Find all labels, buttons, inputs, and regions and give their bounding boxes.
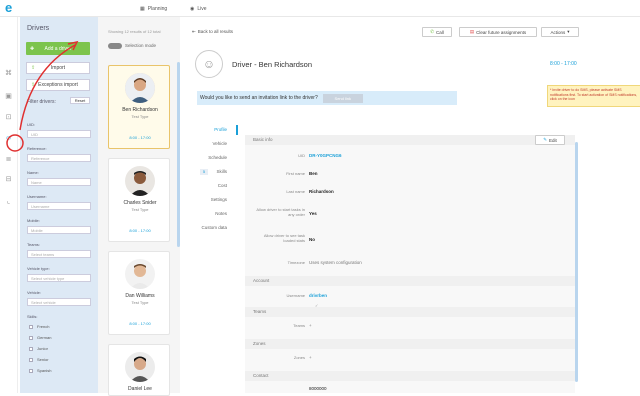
first-name-label: First name bbox=[286, 171, 305, 176]
loaded-stats-value: No bbox=[309, 237, 315, 242]
last-name-label: Last name bbox=[286, 189, 305, 194]
actions-dropdown[interactable]: Actions ▾ bbox=[541, 27, 579, 37]
call-label: Call bbox=[436, 29, 444, 35]
section-account: Account bbox=[245, 276, 575, 286]
start-tasks-value: Yes bbox=[309, 211, 317, 216]
actions-label: Actions bbox=[550, 29, 566, 35]
loaded-stats-label: Allow driver to see task loaded stats bbox=[263, 233, 305, 243]
tab-notes[interactable]: Notes bbox=[198, 211, 227, 216]
driver-card-type: Test Type bbox=[131, 207, 149, 212]
driver-list: Showing 12 results of 12 total Selection… bbox=[98, 17, 180, 396]
driver-hours: 8:00 - 17:00 bbox=[550, 61, 577, 67]
section-zones: Zones bbox=[245, 339, 575, 349]
section-contact: Contact bbox=[245, 371, 575, 381]
tab-custom-data[interactable]: Custom data bbox=[198, 225, 227, 230]
clear-label: Clear future assignments bbox=[476, 29, 527, 35]
timezone-label: Timezone bbox=[287, 260, 305, 265]
driver-detail: ⇤ Back to all results ✆ Call ▤ Clear fut… bbox=[180, 17, 640, 393]
clear-icon: ▤ bbox=[469, 29, 475, 34]
teams-row-label: Teams bbox=[293, 323, 305, 328]
driver-card-time: 8:00 - 17:00 bbox=[129, 228, 151, 233]
driver-card-time: 8:00 - 17:00 bbox=[129, 321, 151, 326]
call-button[interactable]: ✆ Call bbox=[422, 27, 452, 37]
driver-card-time: 8:00 - 17:00 bbox=[129, 135, 151, 140]
driver-title: Driver - Ben Richardson bbox=[232, 60, 313, 69]
add-photo-icon[interactable]: ☺ bbox=[195, 50, 223, 78]
annotation-circle bbox=[6, 134, 24, 152]
active-tab-indicator bbox=[236, 125, 238, 135]
driver-card-type: Test Type bbox=[131, 300, 149, 305]
username-value: drivrben bbox=[309, 293, 328, 298]
driver-card[interactable]: Ben Richardson Test Type 8:00 - 17:00 bbox=[108, 65, 170, 149]
selection-mode-toggle[interactable] bbox=[108, 43, 122, 49]
avatar bbox=[125, 352, 155, 382]
avatar bbox=[125, 166, 155, 196]
tab-vehicle[interactable]: Vehicle bbox=[198, 141, 227, 146]
back-link[interactable]: ⇤ Back to all results bbox=[192, 29, 233, 35]
zones-row-label: Zones bbox=[293, 355, 305, 360]
selection-mode-label: Selection mode bbox=[125, 43, 157, 48]
uid-value: DR-Y0GPCNG6 bbox=[309, 153, 342, 158]
edit-label: Edit bbox=[549, 137, 557, 143]
clear-future-assignments-button[interactable]: ▤ Clear future assignments bbox=[459, 27, 537, 37]
invitation-banner-text: Would you like to send an invitation lin… bbox=[200, 95, 318, 101]
section-teams: Teams bbox=[245, 307, 575, 317]
detail-scrollbar[interactable] bbox=[575, 142, 578, 382]
avatar bbox=[125, 73, 155, 103]
start-tasks-label: Allow driver to start tasks in any order bbox=[256, 207, 305, 217]
zones-add-button[interactable]: + bbox=[309, 355, 312, 360]
send-link-button[interactable]: Send link bbox=[322, 93, 363, 103]
back-arrow-icon: ⇤ bbox=[192, 29, 196, 34]
edit-icon: ✎ bbox=[543, 137, 547, 142]
sms-note: * Invite driver to do SMS, please activa… bbox=[547, 85, 640, 107]
chevron-down-icon: ▾ bbox=[567, 29, 570, 34]
profile-form: Basic info ✎ Edit UID DR-Y0GPCNG6 First … bbox=[245, 135, 575, 393]
driver-card-type: Test Type bbox=[131, 114, 149, 119]
back-link-label: Back to all results bbox=[197, 29, 234, 34]
last-name-value: Richardson bbox=[309, 189, 334, 194]
driver-card-name: Daniel Lee bbox=[128, 386, 152, 392]
driver-card[interactable]: Charles Snider Test Type 8:00 - 17:00 bbox=[108, 158, 170, 242]
first-name-value: Ben bbox=[309, 171, 318, 176]
uid-row-label: UID bbox=[298, 153, 305, 158]
edit-button[interactable]: ✎ Edit bbox=[535, 135, 565, 145]
driver-card[interactable]: Daniel Lee bbox=[108, 344, 170, 396]
results-count: Showing 12 results of 12 total bbox=[108, 29, 161, 34]
driver-card-name: Ben Richardson bbox=[122, 107, 158, 113]
teams-add-button[interactable]: + bbox=[309, 323, 312, 328]
invitation-banner: Would you like to send an invitation lin… bbox=[197, 91, 457, 105]
tab-profile[interactable]: Profile bbox=[198, 127, 227, 132]
driver-card-name: Charles Snider bbox=[123, 200, 157, 206]
section-basic-info: Basic info bbox=[245, 135, 575, 145]
mobile-value: 8000000 bbox=[309, 386, 327, 391]
tab-settings[interactable]: Settings bbox=[198, 197, 227, 202]
timezone-value: Uses system configuration bbox=[309, 260, 362, 265]
driver-card[interactable]: Dan Williams Test Type 8:00 - 17:00 bbox=[108, 251, 170, 335]
tab-cost[interactable]: Cost bbox=[198, 183, 227, 188]
avatar bbox=[125, 259, 155, 289]
annotation-arrow bbox=[19, 44, 76, 131]
phone-icon: ✆ bbox=[430, 29, 434, 34]
driver-card-name: Dan Williams bbox=[125, 293, 155, 299]
username-row-label: Username bbox=[286, 293, 305, 298]
